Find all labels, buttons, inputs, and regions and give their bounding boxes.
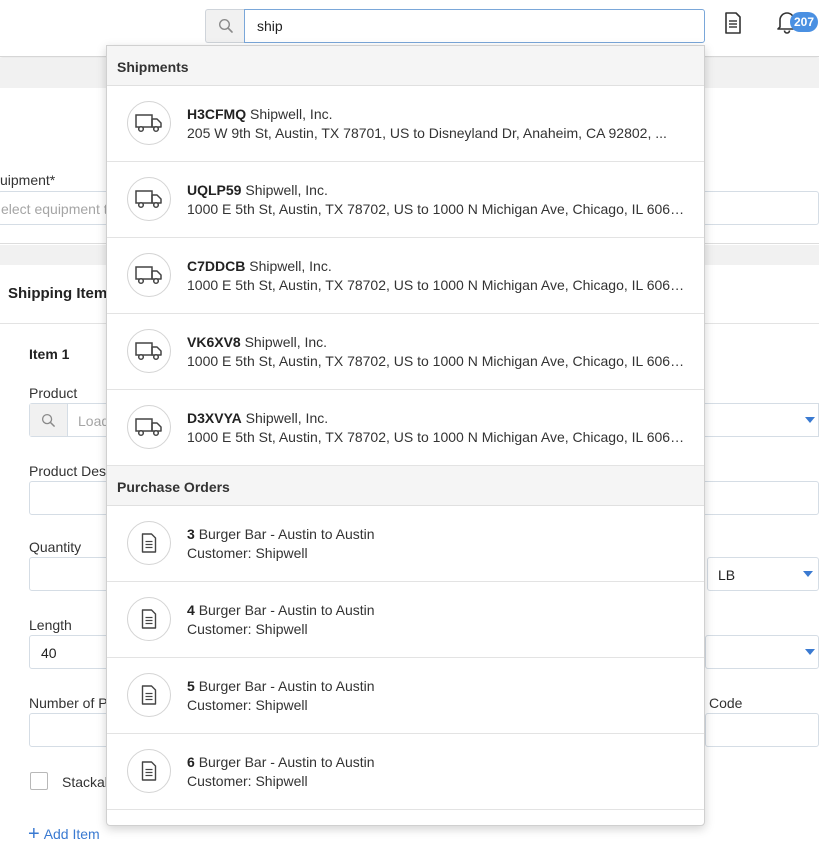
purchase-orders-section-header: Purchase Orders [107,466,704,506]
purchase-order-result[interactable]: 5 Burger Bar - Austin to Austin Customer… [107,658,704,734]
purchase-order-title: 4 Burger Bar - Austin to Austin [187,602,375,618]
purchase-order-customer: Customer: Shipwell [187,621,308,637]
purchase-order-name: Burger Bar - Austin to Austin [198,678,375,694]
chevron-down-icon [805,649,815,655]
shipment-company: Shipwell, Inc. [250,106,333,122]
shipment-result[interactable]: H3CFMQ Shipwell, Inc. 205 W 9th St, Aust… [107,86,704,162]
shipment-result[interactable]: VK6XV8 Shipwell, Inc. 1000 E 5th St, Aus… [107,314,704,390]
purchase-order-name: Burger Bar - Austin to Austin [198,602,375,618]
shipment-route: 205 W 9th St, Austin, TX 78701, US to Di… [187,125,667,141]
shipment-id: D3XVYA [187,410,242,426]
add-item-label: Add Item [43,826,100,842]
purchase-order-number: 3 [187,526,195,542]
shipment-route: 1000 E 5th St, Austin, TX 78702, US to 1… [187,353,687,369]
purchase-order-title: 3 Burger Bar - Austin to Austin [187,526,375,542]
shipment-company: Shipwell, Inc. [249,258,332,274]
shipment-result[interactable]: UQLP59 Shipwell, Inc. 1000 E 5th St, Aus… [107,162,704,238]
code-field[interactable] [705,713,819,747]
shipment-title: UQLP59 Shipwell, Inc. [187,182,328,198]
weight-unit-value: LB [718,567,736,583]
plus-icon: + [28,823,40,845]
shipment-result[interactable]: C7DDCB Shipwell, Inc. 1000 E 5th St, Aus… [107,238,704,314]
purchase-order-customer: Customer: Shipwell [187,545,308,561]
purchase-order-title: 5 Burger Bar - Austin to Austin [187,678,375,694]
code-label: Code [709,695,743,711]
purchase-order-customer: Customer: Shipwell [187,697,308,713]
shipping-items-title: Shipping Item [8,285,108,302]
purchase-order-customer: Customer: Shipwell [187,773,308,789]
shipment-title: D3XVYA Shipwell, Inc. [187,410,328,426]
truck-icon [127,101,171,145]
document-icon [127,521,171,565]
shipment-route: 1000 E 5th St, Austin, TX 78702, US to 1… [187,429,687,445]
purchase-order-number: 6 [187,754,195,770]
add-item-button[interactable]: + Add Item [28,823,100,845]
shipment-result[interactable]: D3XVYA Shipwell, Inc. 1000 E 5th St, Aus… [107,390,704,466]
product-placeholder: Load [78,413,110,429]
shipment-company: Shipwell, Inc. [245,182,328,198]
product-description-label: Product Desc [29,463,114,479]
truck-icon [127,329,171,373]
purchase-order-name: Burger Bar - Austin to Austin [198,754,375,770]
shipment-id: VK6XV8 [187,334,241,350]
purchase-order-number: 4 [187,602,195,618]
chevron-down-icon [803,571,813,577]
purchase-order-title: 6 Burger Bar - Austin to Austin [187,754,375,770]
search-icon[interactable] [205,9,245,43]
length-label: Length [29,617,72,633]
search-results-dropdown: Shipments H3CFMQ Shipwell, Inc. 205 W 9t… [106,45,705,826]
product-search-icon [30,404,68,436]
purchase-order-name: Burger Bar - Austin to Austin [198,526,375,542]
quantity-label: Quantity [29,539,82,555]
length-value: 40 [41,645,57,661]
stackable-checkbox[interactable] [30,772,48,790]
document-icon [127,749,171,793]
shipment-company: Shipwell, Inc. [244,334,328,350]
notification-count-badge[interactable]: 207 [790,12,819,32]
document-icon [127,597,171,641]
truck-icon [127,405,171,449]
chevron-down-icon [805,417,815,423]
item-title: Item 1 [29,346,70,362]
number-of-label: Number of P [29,695,108,711]
purchase-order-number: 5 [187,678,195,694]
dimension-unit-select[interactable] [705,635,819,669]
equipment-placeholder: elect equipment t [1,201,108,217]
purchase-order-result[interactable]: 6 Burger Bar - Austin to Austin Customer… [107,734,704,810]
truck-icon [127,177,171,221]
shipment-route: 1000 E 5th St, Austin, TX 78702, US to 1… [187,277,687,293]
shipment-id: C7DDCB [187,258,246,274]
purchase-order-result[interactable]: 4 Burger Bar - Austin to Austin Customer… [107,582,704,658]
stackable-label: Stackal [62,774,108,790]
shipment-id: UQLP59 [187,182,242,198]
global-search-input[interactable] [244,9,705,43]
shipment-id: H3CFMQ [187,106,247,122]
truck-icon [127,253,171,297]
shipment-title: H3CFMQ Shipwell, Inc. [187,106,333,122]
document-icon[interactable] [722,10,744,36]
shipment-title: C7DDCB Shipwell, Inc. [187,258,332,274]
shipment-title: VK6XV8 Shipwell, Inc. [187,334,327,350]
equipment-label: uipment* [0,172,56,188]
product-label: Product [29,385,78,401]
purchase-order-result[interactable]: 3 Burger Bar - Austin to Austin Customer… [107,506,704,582]
document-icon [127,673,171,717]
shipment-company: Shipwell, Inc. [245,410,329,426]
shipments-section-header: Shipments [107,46,704,86]
shipment-route: 1000 E 5th St, Austin, TX 78702, US to 1… [187,201,687,217]
